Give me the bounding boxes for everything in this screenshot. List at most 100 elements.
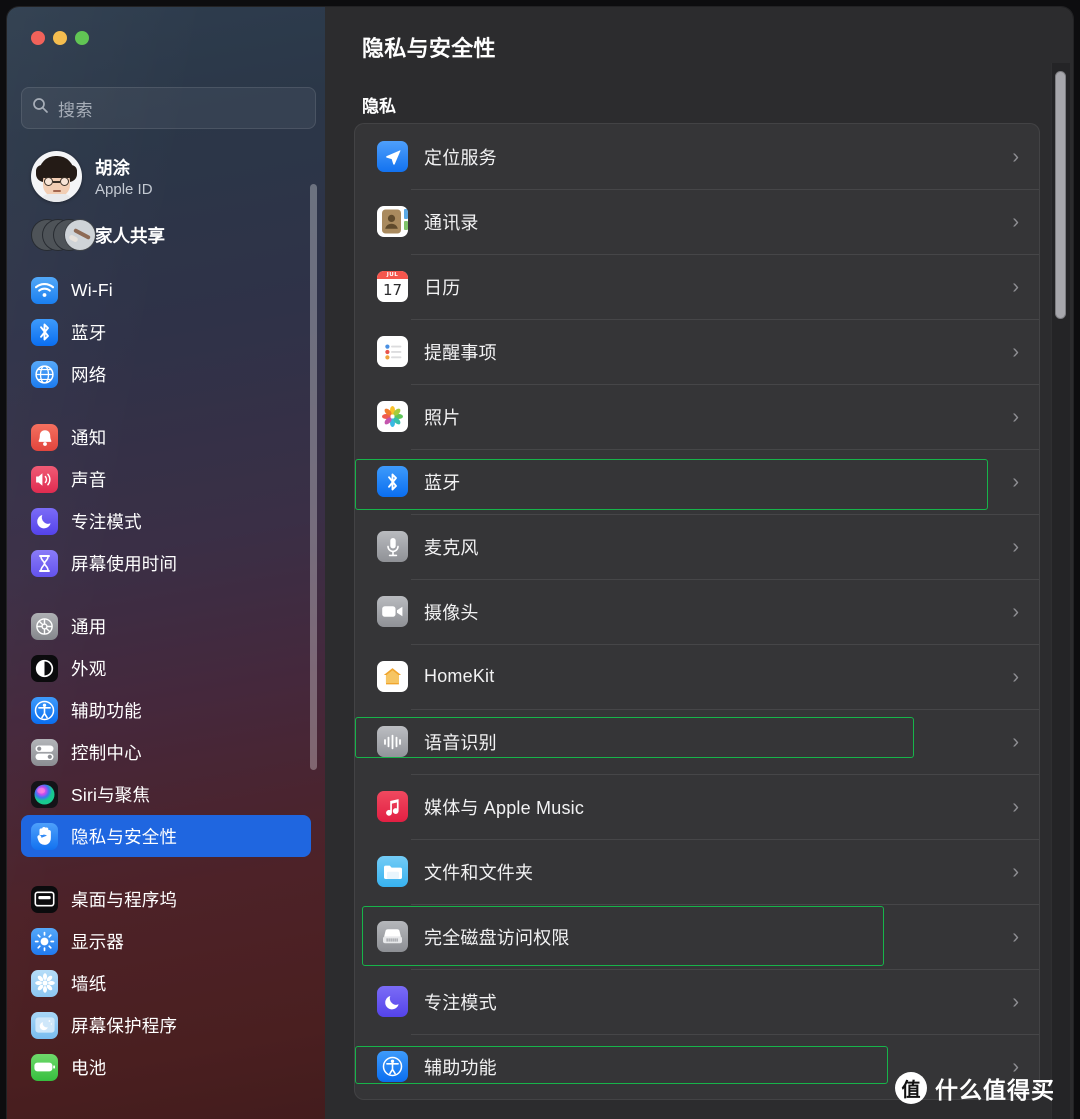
family-avatars: S L M	[31, 217, 96, 253]
contacts-icon	[377, 206, 408, 237]
moon-icon	[31, 507, 58, 535]
sidebar-item-moon[interactable]: 专注模式	[21, 500, 311, 542]
chevron-right-icon: ›	[1012, 405, 1019, 428]
sidebar-item-display[interactable]: 显示器	[21, 920, 311, 962]
sidebar-nav: Wi-Fi 蓝牙网络通知声音专注模式屏幕使用时间 通用外观辅助功能 控制中心 Siri与…	[21, 269, 311, 1109]
sidebar-item-globe[interactable]: 网络	[21, 353, 311, 395]
hand-icon	[31, 822, 58, 850]
privacy-row[interactable]: 专注模式 ›	[355, 969, 1039, 1034]
privacy-row[interactable]: 蓝牙 ›	[355, 449, 1039, 514]
privacy-row[interactable]: 定位服务 ›	[355, 124, 1039, 189]
sidebar-item-hourglass[interactable]: 屏幕使用时间	[21, 542, 311, 584]
privacy-row[interactable]: 提醒事项 ›	[355, 319, 1039, 384]
watermark: 值 什么值得买	[895, 1071, 1055, 1105]
sidebar-group: 桌面与程序坞显示器墙纸屏幕保护程序电池	[21, 878, 311, 1088]
window-controls	[31, 31, 89, 45]
privacy-row-label: 麦克风	[424, 537, 479, 558]
sidebar-item-siri[interactable]: Siri与聚焦	[21, 773, 311, 815]
battery-icon	[31, 1053, 58, 1081]
privacy-row[interactable]: 文件和文件夹 ›	[355, 839, 1039, 904]
sidebar-item-label: 专注模式	[71, 511, 142, 532]
chevron-right-icon: ›	[1012, 600, 1019, 623]
close-button[interactable]	[31, 31, 45, 45]
privacy-row[interactable]: 通讯录 ›	[355, 189, 1039, 254]
privacy-row[interactable]: 媒体与 Apple Music ›	[355, 774, 1039, 839]
privacy-row-label: 完全磁盘访问权限	[424, 927, 570, 948]
privacy-row[interactable]: 麦克风 ›	[355, 514, 1039, 579]
sidebar-item-speaker[interactable]: 声音	[21, 458, 311, 500]
sidebar-item-bluetooth[interactable]: 蓝牙	[21, 311, 311, 353]
sidebar-item-hand[interactable]: 隐私与安全性	[21, 815, 311, 857]
sidebar-item-screensaver[interactable]: 屏幕保护程序	[21, 1004, 311, 1046]
privacy-row-label: 媒体与 Apple Music	[424, 797, 585, 818]
chevron-right-icon: ›	[1012, 860, 1019, 883]
avatar	[31, 151, 82, 202]
sidebar-item-label: 隐私与安全性	[71, 826, 178, 847]
music-icon	[377, 791, 408, 822]
sidebar-item-label: Wi-Fi	[71, 279, 113, 300]
minimize-button[interactable]	[53, 31, 67, 45]
sidebar-item-label: 外观	[71, 658, 107, 679]
main-content: 隐私与安全性 隐私 定位服务 › 通讯录 › JUL 17 日历 › 提醒事项 › 照片 › 蓝牙 › 麦克…	[325, 7, 1073, 1119]
screensaver-icon	[31, 1011, 58, 1039]
system-settings-window: 搜索 胡涂 Apple ID S L M	[7, 7, 1073, 1119]
gear-icon	[31, 612, 58, 640]
privacy-row[interactable]: JUL 17 日历 ›	[355, 254, 1039, 319]
sidebar-item-appearance[interactable]: 外观	[21, 647, 311, 689]
files-folders-icon	[377, 856, 408, 887]
microphone-icon	[377, 531, 408, 562]
sidebar-item-wallpaper[interactable]: 墙纸	[21, 962, 311, 1004]
privacy-row-label: 语音识别	[424, 732, 497, 753]
sidebar-item-label: 蓝牙	[71, 322, 107, 343]
chevron-right-icon: ›	[1012, 275, 1019, 298]
privacy-row[interactable]: 语音识别 ›	[355, 709, 1039, 774]
sidebar-item-control-center[interactable]: 控制中心	[21, 731, 311, 773]
chevron-right-icon: ›	[1012, 340, 1019, 363]
search-field[interactable]: 搜索	[21, 87, 316, 129]
chevron-right-icon: ›	[1012, 470, 1019, 493]
accessibility-icon	[377, 1051, 408, 1082]
sidebar-item-battery[interactable]: 电池	[21, 1046, 311, 1088]
privacy-row-label: 蓝牙	[424, 472, 461, 493]
watermark-badge: 值	[895, 1072, 927, 1104]
family-sharing-label: 家人共享	[95, 225, 165, 246]
privacy-row[interactable]: 完全磁盘访问权限 ›	[355, 904, 1039, 969]
main-scrollbar[interactable]	[1055, 71, 1066, 319]
zoom-button[interactable]	[75, 31, 89, 45]
sidebar-item-label: 桌面与程序坞	[71, 889, 178, 910]
camera-icon	[377, 596, 408, 627]
privacy-row[interactable]: HomeKit ›	[355, 644, 1039, 709]
sidebar-item-accessibility[interactable]: 辅助功能	[21, 689, 311, 731]
sidebar-scrollbar[interactable]	[310, 184, 317, 770]
bluetooth-icon	[31, 318, 58, 346]
sidebar-item-bell[interactable]: 通知	[21, 416, 311, 458]
sidebar-item-label: 通用	[71, 616, 107, 637]
full-disk-access-icon	[377, 921, 408, 952]
watermark-text: 什么值得买	[935, 1077, 1055, 1103]
account-subtitle: Apple ID	[95, 181, 153, 198]
speech-recognition-icon	[377, 726, 408, 757]
hourglass-icon	[31, 549, 58, 577]
sidebar-item-label: 墙纸	[71, 973, 107, 994]
apple-id-account[interactable]: 胡涂 Apple ID	[25, 147, 310, 206]
chevron-right-icon: ›	[1012, 990, 1019, 1013]
sidebar-item-label: 声音	[71, 469, 107, 490]
privacy-row[interactable]: 摄像头 ›	[355, 579, 1039, 644]
privacy-settings-list: 定位服务 › 通讯录 › JUL 17 日历 › 提醒事项 › 照片 › 蓝牙 › 麦克风 › 摄像头 › Home…	[354, 123, 1040, 1100]
sidebar-item-desktop-dock[interactable]: 桌面与程序坞	[21, 878, 311, 920]
family-sharing-item[interactable]: S L M 家人共享	[25, 213, 310, 257]
sidebar-item-label: 电池	[71, 1057, 107, 1078]
account-name: 胡涂	[95, 158, 130, 178]
sidebar-item-gear[interactable]: 通用	[21, 605, 311, 647]
sidebar-item-label: 网络	[71, 364, 107, 385]
search-placeholder: 搜索	[58, 100, 93, 120]
privacy-row-label: 日历	[424, 277, 461, 298]
section-title: 隐私	[362, 97, 396, 116]
sidebar-item-label: 屏幕使用时间	[71, 553, 178, 574]
sidebar-item-wifi[interactable]: Wi-Fi	[21, 269, 311, 311]
family-avatar-photo	[64, 219, 96, 251]
speaker-icon	[31, 465, 58, 493]
accessibility-icon	[31, 696, 58, 724]
privacy-row[interactable]: 照片 ›	[355, 384, 1039, 449]
privacy-row-label: 提醒事项	[424, 342, 497, 363]
